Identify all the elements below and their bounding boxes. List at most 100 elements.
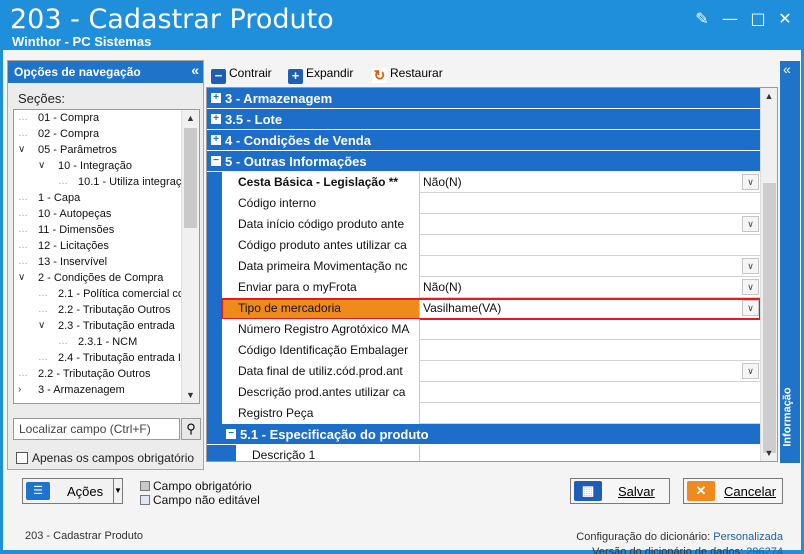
tree-item[interactable]: … 10 - Autopeças	[14, 206, 182, 222]
expand-button[interactable]: + Expandir	[288, 64, 353, 84]
tree-scrollbar[interactable]: ▲ ▼	[181, 110, 199, 403]
tree-connector: …	[58, 336, 68, 347]
dropdown-arrow-icon[interactable]: ∨	[742, 300, 759, 316]
dict-version-value[interactable]: 296274	[746, 546, 783, 554]
property-value[interactable]: Não(N)	[421, 172, 761, 193]
search-field-input[interactable]: Localizar campo (Ctrl+F)	[13, 418, 180, 440]
tree-item[interactable]: ∨ 2 - Condições de Compra	[14, 270, 182, 286]
scroll-down-icon[interactable]: ▼	[182, 387, 199, 403]
property-row[interactable]: Código produto antes utilizar ca	[207, 235, 761, 256]
property-grid[interactable]: +3 - Armazenagem +3.5 - Lote +4 - Condiçõe…	[206, 87, 778, 462]
actions-dropdown-icon[interactable]: ▼	[113, 478, 123, 504]
property-row[interactable]: Código Identificação Embalager	[207, 340, 761, 361]
grid-subcategory[interactable]: −5.1 - Especificação do produto	[207, 424, 761, 445]
property-row[interactable]: Descrição prod.antes utilizar ca	[207, 382, 761, 403]
property-value[interactable]	[421, 445, 761, 461]
tree-item[interactable]: ∨ 10 - Integração	[14, 158, 182, 174]
dropdown-arrow-icon[interactable]: ∨	[742, 174, 759, 190]
property-row-highlighted[interactable]: Tipo de mercadoria Vasilhame(VA) ∨	[207, 298, 761, 320]
grid-category[interactable]: +3 - Armazenagem	[207, 88, 761, 109]
scroll-up-icon[interactable]: ▲	[182, 110, 199, 126]
chevron-down-icon[interactable]: ∨	[18, 142, 25, 158]
dropdown-arrow-icon[interactable]: ∨	[742, 279, 759, 295]
tree-item[interactable]: … 2.2 - Tributação Outros	[14, 366, 182, 382]
property-name: Descrição prod.antes utilizar ca	[222, 382, 420, 403]
save-button[interactable]: ▦ Salvar	[570, 478, 670, 504]
property-row[interactable]: Código interno	[207, 193, 761, 214]
cancel-button[interactable]: ✕ Cancelar	[683, 478, 783, 504]
property-value[interactable]	[421, 382, 761, 403]
collapse-panel-icon[interactable]: «	[191, 62, 199, 78]
chevron-down-icon[interactable]: ∨	[38, 158, 45, 174]
collapse-icon[interactable]: −	[226, 429, 236, 439]
only-required-checkbox[interactable]: Apenas os campos obrigatório	[16, 451, 194, 465]
scroll-thumb[interactable]	[763, 183, 776, 453]
tree-item[interactable]: … 13 - Inservível	[14, 254, 182, 270]
dropdown-arrow-icon[interactable]: ∨	[742, 363, 759, 379]
information-panel[interactable]: « Informação	[780, 61, 800, 463]
property-value[interactable]	[421, 214, 761, 235]
tree-item[interactable]: ∨ 05 - Parâmetros	[14, 142, 182, 158]
property-value[interactable]: Vasilhame(VA)	[421, 298, 761, 319]
property-row[interactable]: Cesta Básica - Legislação ** Não(N) ∨	[207, 172, 761, 193]
chevron-down-icon[interactable]: ∨	[38, 318, 45, 334]
actions-button[interactable]: ☰ Ações	[22, 478, 122, 504]
tree-item[interactable]: … 02 - Compra	[14, 126, 182, 142]
property-value[interactable]	[421, 340, 761, 361]
tree-item[interactable]: … 11 - Dimensões	[14, 222, 182, 238]
property-value[interactable]	[421, 319, 761, 340]
restore-button[interactable]: ↻ Restaurar	[372, 64, 443, 83]
property-row[interactable]: Número Registro Agrotóxico MA	[207, 319, 761, 340]
property-row[interactable]: Data início código produto ante ∨	[207, 214, 761, 235]
property-value[interactable]: Não(N)	[421, 277, 761, 298]
tree-item[interactable]: … 2.2 - Tributação Outros	[14, 302, 182, 318]
expand-icon[interactable]: +	[211, 135, 221, 145]
collapse-icon[interactable]: −	[211, 156, 221, 166]
tree-item[interactable]: … 01 - Compra	[14, 110, 182, 126]
scroll-up-icon[interactable]: ▲	[761, 88, 777, 104]
property-value[interactable]	[421, 361, 761, 382]
property-row[interactable]: Descrição 1	[207, 445, 761, 461]
minimize-icon[interactable]: —	[718, 8, 742, 30]
grid-scrollbar[interactable]: ▲ ▼	[760, 88, 777, 461]
checkbox-box[interactable]	[16, 452, 28, 464]
tree-item[interactable]: … 2.3.1 - NCM	[14, 334, 182, 350]
property-row[interactable]: Data primeira Movimentação nc ∨	[207, 256, 761, 277]
tree-item[interactable]: … 1 - Capa	[14, 190, 182, 206]
expand-icon[interactable]: +	[211, 93, 221, 103]
scroll-thumb[interactable]	[184, 128, 197, 228]
dict-config-value[interactable]: Personalizada	[713, 531, 783, 543]
property-value[interactable]	[421, 193, 761, 214]
collapse-button[interactable]: − Contrair	[211, 64, 272, 84]
tree-item[interactable]: … 2.1 - Política comercial com	[14, 286, 182, 302]
edit-icon[interactable]: ✎	[690, 8, 714, 30]
property-value[interactable]	[421, 256, 761, 277]
tree-item[interactable]: … 2.4 - Tributação entrada I	[14, 350, 182, 366]
property-row[interactable]: Data final de utiliz.cód.prod.ant ∨	[207, 361, 761, 382]
dropdown-arrow-icon[interactable]: ∨	[742, 258, 759, 274]
cancel-icon: ✕	[687, 481, 715, 501]
close-icon[interactable]: ✕	[773, 8, 797, 30]
tree-item[interactable]: … 10.1 - Utiliza integração	[14, 174, 182, 190]
chevron-right-icon[interactable]: ›	[18, 382, 21, 398]
sections-tree[interactable]: … 01 - Compra … 02 - Compra ∨ 05 - Parâmetros…	[13, 109, 200, 404]
property-value[interactable]	[421, 403, 761, 424]
search-icon[interactable]: ⚲	[181, 418, 201, 440]
grid-category[interactable]: +4 - Condições de Venda	[207, 130, 761, 151]
grid-category[interactable]: −5 - Outras Informações	[207, 151, 761, 172]
expand-panel-icon[interactable]: «	[783, 61, 791, 77]
property-row[interactable]: Enviar para o myFrota Não(N) ∨	[207, 277, 761, 298]
maximize-icon[interactable]: □	[746, 8, 770, 30]
tree-item[interactable]: ∨ 2.3 - Tributação entrada	[14, 318, 182, 334]
scroll-down-icon[interactable]: ▼	[761, 445, 777, 461]
dropdown-arrow-icon[interactable]: ∨	[742, 216, 759, 232]
property-value[interactable]	[421, 235, 761, 256]
chevron-down-icon[interactable]: ∨	[18, 270, 25, 286]
property-row[interactable]: Registro Peça	[207, 403, 761, 424]
grid-category[interactable]: +3.5 - Lote	[207, 109, 761, 130]
tree-item[interactable]: … 12 - Licitações	[14, 238, 182, 254]
row-gutter	[207, 214, 222, 235]
expand-icon[interactable]: +	[211, 114, 221, 124]
grid-toolbar: − Contrair + Expandir ↻ Restaurar	[206, 61, 776, 85]
tree-item[interactable]: › 3 - Armazenagem	[14, 382, 182, 398]
